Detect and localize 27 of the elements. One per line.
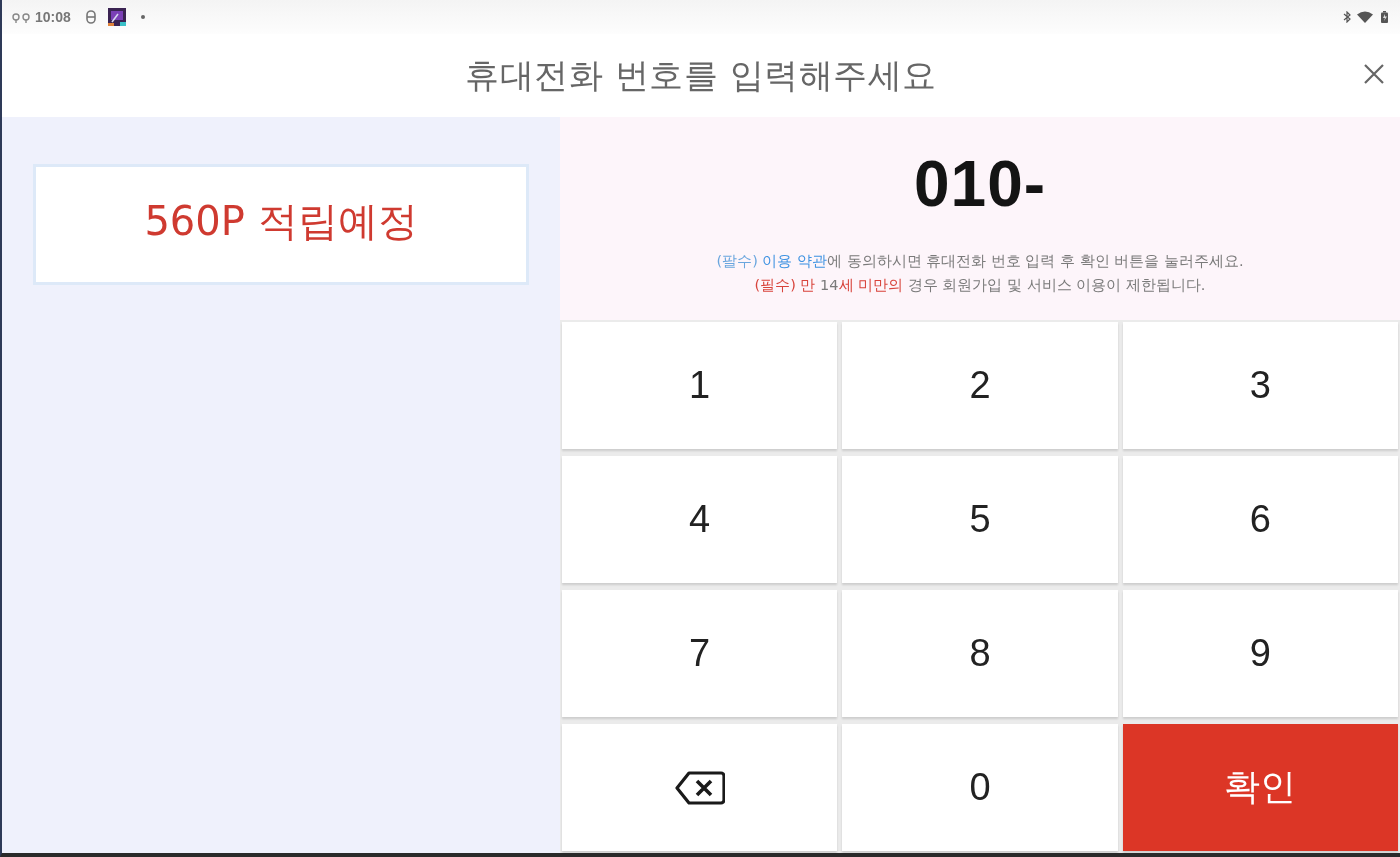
status-time: 10:08 — [35, 9, 71, 25]
bluetooth-icon — [1343, 11, 1351, 23]
page-title: 휴대전화 번호를 입력해주세요 — [465, 53, 937, 97]
points-text: 560P 적립예정 — [144, 197, 418, 246]
rings-icon — [11, 13, 31, 23]
close-icon — [1364, 64, 1384, 84]
battery-icon — [1381, 11, 1388, 23]
digit-key[interactable]: 5 — [842, 456, 1118, 583]
phone-number-display: 010- — [913, 149, 1047, 219]
digit-key[interactable]: 2 — [842, 322, 1118, 449]
dot-icon — [140, 15, 145, 19]
digit-key[interactable]: 9 — [1122, 590, 1398, 717]
capsule-icon — [85, 10, 96, 24]
app-icon — [107, 8, 126, 26]
digit-key[interactable]: 6 — [1122, 456, 1398, 583]
wifi-icon — [1357, 11, 1373, 23]
confirm-button[interactable]: 확인 — [1122, 724, 1398, 851]
digit-key[interactable]: 8 — [842, 590, 1118, 717]
notice-text: (팔수) 이용 약관에 동의하시면 휴대전화 번호 입력 후 확인 버튼을 눌러주세요. — [716, 252, 1244, 271]
digit-key[interactable]: 1 — [562, 322, 838, 449]
digit-key[interactable]: 0 — [842, 724, 1118, 851]
digit-key[interactable]: 7 — [562, 590, 838, 717]
backspace-icon — [674, 770, 725, 805]
notice-text: (필수) 만 14세 미만의 경우 회원가입 및 서비스 이용이 제한됩니다. — [753, 276, 1207, 295]
digit-key[interactable]: 3 — [1122, 322, 1398, 449]
digit-key[interactable]: 4 — [562, 456, 838, 583]
close-button[interactable] — [1364, 64, 1384, 84]
